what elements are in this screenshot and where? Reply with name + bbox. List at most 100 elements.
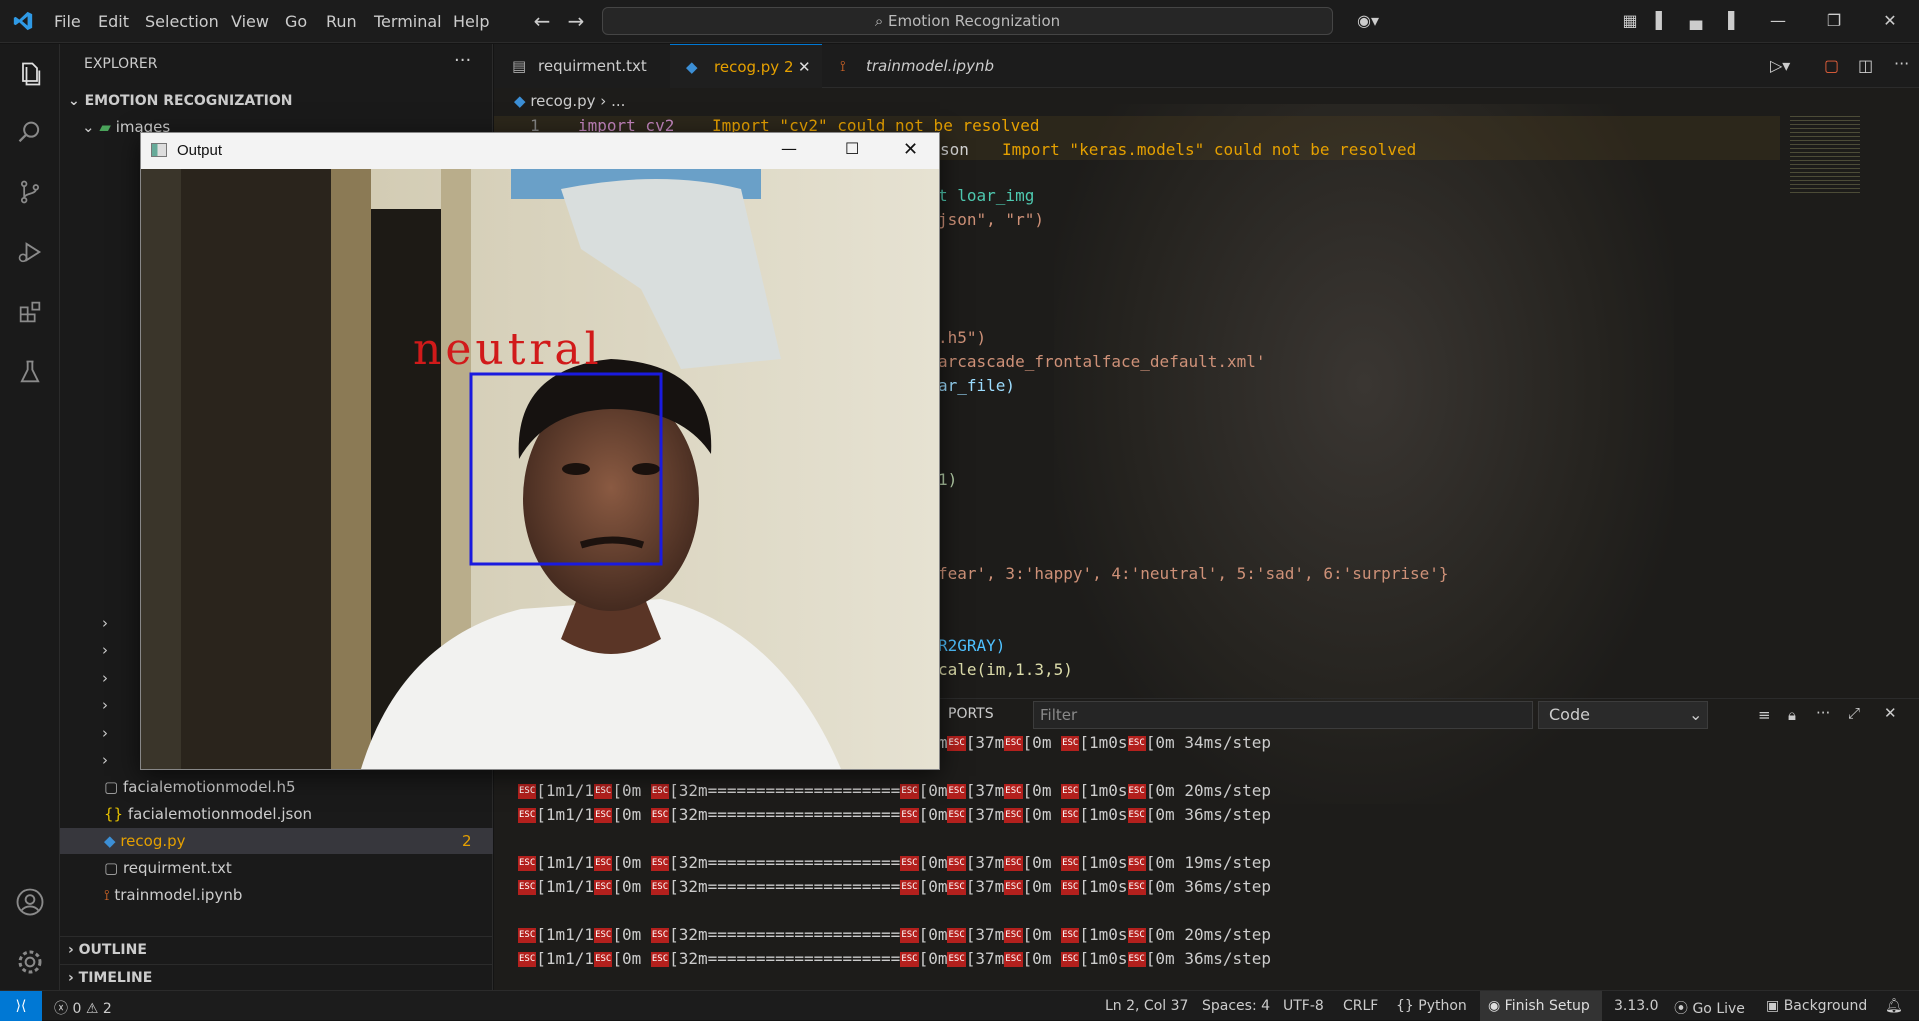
problems-indicator[interactable]: ⓧ 0 ⚠ 2	[54, 998, 112, 1018]
code-line-23[interactable]: R2GRAY)	[938, 636, 1005, 655]
line-ending[interactable]: CRLF	[1343, 998, 1378, 1014]
file-label: facialemotionmodel.h5	[122, 778, 296, 796]
file-item[interactable]: ⟟ trainmodel.ipynb	[60, 882, 493, 908]
chevron-right-icon[interactable]: ›	[102, 641, 108, 659]
minimize-icon[interactable]: —	[1768, 11, 1788, 31]
toggle-primary-sidebar-icon[interactable]: ▌	[1652, 11, 1672, 31]
notifications-bell-icon[interactable]: 🔔︎	[1885, 998, 1903, 1014]
forward-arrow-icon[interactable]: →	[566, 11, 586, 31]
encoding[interactable]: UTF-8	[1283, 998, 1324, 1014]
output-window-titlebar[interactable]: Output — ☐ ✕	[141, 133, 939, 169]
split-editor-icon[interactable]: ◫	[1858, 56, 1873, 75]
file-item[interactable]: ▢ facialemotionmodel.h5	[60, 774, 493, 800]
log-text: [0m 19ms/step	[1145, 853, 1272, 872]
code-line-4[interactable]: t loar_img	[938, 186, 1034, 205]
tab-requirment[interactable]: ▤ requirment.txt	[494, 44, 670, 88]
remote-indicator-icon[interactable]: ⟩⟨	[0, 991, 42, 1021]
go-live-button[interactable]: ⦿ Go Live	[1674, 998, 1745, 1018]
search-view-icon[interactable]	[10, 112, 50, 152]
run-debug-icon[interactable]	[10, 232, 50, 272]
python-version[interactable]: 3.13.0	[1614, 998, 1659, 1014]
indentation[interactable]: Spaces: 4	[1202, 998, 1270, 1014]
log-text: [1m0s	[1079, 949, 1128, 968]
tab-trainmodel[interactable]: ⟟ trainmodel.ipynb	[822, 44, 1002, 88]
breadcrumb-file[interactable]: recog.py	[530, 92, 595, 110]
tab-recog[interactable]: ◆ recog.py 2 ✕	[670, 44, 822, 88]
log-text: [0m	[918, 877, 948, 896]
language-mode[interactable]: {} Python	[1396, 998, 1467, 1014]
more-actions-icon[interactable]: ···	[454, 50, 471, 71]
code-line-10[interactable]: arcascade_frontalface_default.xml'	[938, 352, 1266, 371]
lock-icon[interactable]: 🔒︎	[1788, 706, 1796, 724]
menu-edit[interactable]: Edit	[98, 12, 129, 31]
code-line-9[interactable]: .h5")	[938, 328, 986, 347]
testing-icon[interactable]	[10, 352, 50, 392]
menu-view[interactable]: View	[231, 12, 269, 31]
close-window-icon[interactable]: ✕	[1880, 11, 1900, 31]
file-icon: ▢	[104, 778, 119, 796]
accounts-icon[interactable]	[10, 882, 50, 922]
outline-section[interactable]: › OUTLINE	[60, 936, 493, 962]
command-center-search[interactable]: ⌕ Emotion Recognization	[602, 7, 1333, 35]
chevron-right-icon[interactable]: ›	[102, 669, 108, 687]
close-window-icon[interactable]: ✕	[903, 139, 918, 160]
output-channel-select[interactable]: Code ⌄	[1538, 701, 1708, 729]
clear-output-icon[interactable]: ≡	[1758, 706, 1771, 724]
close-tab-icon[interactable]: ✕	[798, 45, 811, 89]
toggle-secondary-sidebar-icon[interactable]: ▐	[1718, 11, 1738, 31]
customize-layout-icon[interactable]: ▦	[1620, 11, 1640, 31]
menu-selection[interactable]: Selection	[145, 12, 219, 31]
code-line-20[interactable]: fear', 3:'happy', 4:'neutral', 5:'sad', …	[938, 564, 1449, 583]
project-folder-header[interactable]: ⌄ EMOTION RECOGNIZATION	[60, 88, 493, 114]
extensions-icon[interactable]	[10, 292, 50, 332]
menu-run[interactable]: Run	[326, 12, 357, 31]
filter-input[interactable]: Filter	[1033, 701, 1533, 729]
file-item[interactable]: {} facialemotionmodel.json	[60, 801, 493, 827]
chevron-right-icon[interactable]: ›	[102, 751, 108, 769]
escape-char-marker: ESC	[1061, 736, 1080, 751]
log-text: [1m0s	[1079, 853, 1128, 872]
restore-icon[interactable]: ❐	[1824, 11, 1844, 31]
back-arrow-icon[interactable]: ←	[532, 11, 552, 31]
maximize-icon[interactable]: ☐	[845, 139, 859, 158]
code-line-24[interactable]: cale(im,1.3,5)	[938, 660, 1073, 679]
breadcrumb-symbol[interactable]: ...	[611, 92, 625, 110]
toggle-panel-icon[interactable]: ▄	[1686, 11, 1706, 31]
explorer-icon[interactable]	[10, 54, 50, 94]
more-actions-icon[interactable]: ···	[1894, 54, 1909, 73]
escape-char-marker: ESC	[594, 952, 613, 967]
close-panel-icon[interactable]: ✕	[1884, 704, 1897, 722]
menu-file[interactable]: File	[54, 12, 81, 31]
run-python-icon[interactable]: ▷▾	[1770, 56, 1790, 75]
file-item[interactable]: ▢ requirment.txt	[60, 855, 493, 881]
menu-go[interactable]: Go	[285, 12, 307, 31]
more-actions-icon[interactable]: ···	[1816, 704, 1830, 722]
minimize-icon[interactable]: —	[781, 139, 797, 158]
explorer-title: EXPLORER	[84, 56, 158, 72]
tab-ports[interactable]: PORTS	[948, 706, 994, 722]
chevron-right-icon[interactable]: ›	[102, 724, 108, 742]
cursor-position[interactable]: Ln 2, Col 37	[1105, 998, 1188, 1014]
finish-setup-button[interactable]: ◉ Finish Setup	[1480, 991, 1602, 1021]
file-item-active[interactable]: ◆ recog.py 2	[60, 828, 493, 854]
menu-help[interactable]: Help	[453, 12, 489, 31]
chevron-right-icon[interactable]: ›	[102, 696, 108, 714]
log-text: [0m	[1022, 733, 1062, 752]
background-indicator[interactable]: ▣ Background	[1766, 998, 1867, 1014]
timeline-section[interactable]: › TIMELINE	[60, 964, 493, 990]
menu-terminal[interactable]: Terminal	[374, 12, 442, 31]
output-window[interactable]: Output — ☐ ✕ neutral	[140, 132, 940, 770]
code-line-2[interactable]: son	[940, 140, 969, 159]
chevron-right-icon[interactable]: ›	[102, 614, 108, 632]
settings-gear-icon[interactable]	[10, 942, 50, 982]
maximize-panel-icon[interactable]: ⤢	[1848, 704, 1860, 722]
code-line-5[interactable]: json", "r")	[938, 210, 1044, 229]
stop-icon[interactable]: ▢	[1824, 56, 1839, 75]
notebook-icon: ⟟	[840, 57, 846, 75]
code-line-16[interactable]: 1)	[938, 470, 957, 489]
code-line-11[interactable]: ar_file)	[938, 376, 1015, 395]
copilot-icon[interactable]: ◉▾	[1350, 11, 1386, 31]
source-control-icon[interactable]	[10, 172, 50, 212]
log-text: [32m====================	[669, 781, 901, 800]
minimap[interactable]	[1790, 116, 1860, 196]
